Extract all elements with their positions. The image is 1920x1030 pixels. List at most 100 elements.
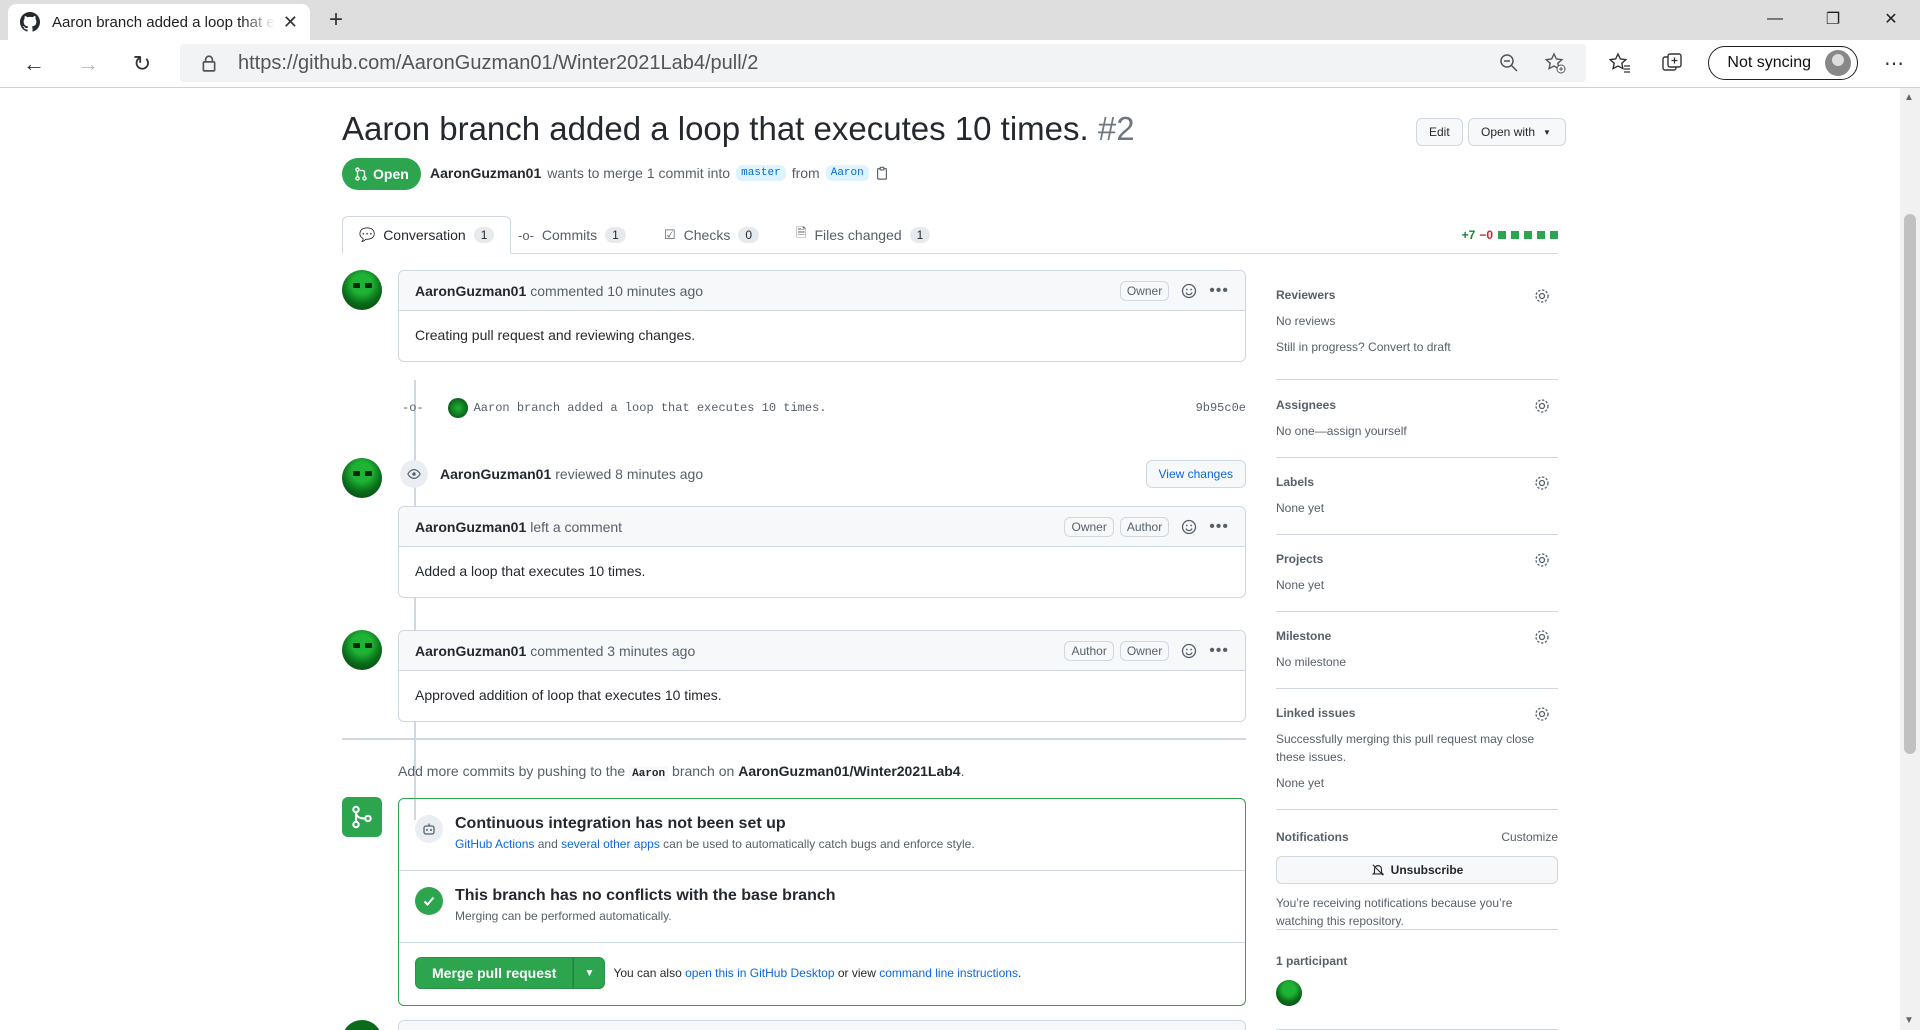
merge-pull-request-button[interactable]: Merge pull request xyxy=(415,957,574,989)
assignees-title[interactable]: Assignees xyxy=(1276,398,1558,412)
close-tab-icon[interactable]: ✕ xyxy=(283,12,298,33)
page-scrollbar[interactable]: ▲ ▼ xyxy=(1900,88,1920,1030)
review-timestamp[interactable]: reviewed 8 minutes ago xyxy=(555,466,703,482)
or-view-text: or view xyxy=(837,966,876,980)
review-author[interactable]: AaronGuzman01 xyxy=(440,466,551,482)
avatar[interactable] xyxy=(342,1020,382,1030)
customize-link[interactable]: Customize xyxy=(1501,830,1558,844)
url-field[interactable]: https://github.com/AaronGuzman01/Winter2… xyxy=(180,44,1586,82)
favorites-icon[interactable] xyxy=(1594,44,1646,82)
other-apps-link[interactable]: several other apps xyxy=(561,837,660,851)
smiley-icon[interactable] xyxy=(1181,519,1197,535)
comment-author[interactable]: AaronGuzman01 xyxy=(415,643,526,659)
forward-button[interactable]: → xyxy=(66,44,110,84)
more-menu-icon[interactable]: ⋯ xyxy=(1868,44,1920,82)
tab-conversation[interactable]: 💬 Conversation 1 xyxy=(342,216,512,254)
comment-body: Approved addition of loop that executes … xyxy=(415,687,722,703)
diff-block xyxy=(1524,231,1532,239)
assignees-value[interactable]: No one—assign yourself xyxy=(1276,422,1558,440)
comment-author[interactable]: AaronGuzman01 xyxy=(415,283,526,299)
tab-files-changed[interactable]: 🗎 Files changed 1 xyxy=(780,216,946,254)
address-bar-row: ← → ↻ https://github.com/AaronGuzman01/W… xyxy=(0,40,1920,88)
scrollbar-thumb[interactable] xyxy=(1904,214,1916,754)
base-branch[interactable]: master xyxy=(736,165,786,181)
author-badge: Author xyxy=(1064,640,1114,661)
edit-button[interactable]: Edit xyxy=(1416,118,1463,146)
refresh-button[interactable]: ↻ xyxy=(120,44,164,84)
projects-title[interactable]: Projects xyxy=(1276,552,1558,566)
commit-message[interactable]: Aaron branch added a loop that executes … xyxy=(474,401,827,415)
minimize-button[interactable]: — xyxy=(1746,0,1804,38)
zoom-icon[interactable] xyxy=(1494,48,1524,78)
gear-icon[interactable] xyxy=(1534,552,1550,568)
gear-icon[interactable] xyxy=(1534,288,1550,304)
comment-header: AaronGuzman01 left a comment Owner Autho… xyxy=(399,507,1245,547)
pr-tabs: 💬 Conversation 1 -o- Commits 1 ☑ Checks 0 🗎 Fil… xyxy=(342,216,1558,254)
gear-icon[interactable] xyxy=(1534,629,1550,645)
kebab-menu-icon[interactable]: ••• xyxy=(1209,282,1229,300)
linked-issues-title[interactable]: Linked issues xyxy=(1276,706,1558,720)
add-favorite-icon[interactable] xyxy=(1540,48,1570,78)
scroll-up-arrow[interactable]: ▲ xyxy=(1904,92,1914,103)
merge-text: wants to merge 1 commit into xyxy=(547,165,731,181)
push-note-suffix: . xyxy=(960,763,965,779)
collections-icon[interactable] xyxy=(1646,44,1698,82)
checklist-icon: ☑ xyxy=(664,227,676,242)
kebab-menu-icon[interactable]: ••• xyxy=(1209,642,1229,660)
unsubscribe-button[interactable]: Unsubscribe xyxy=(1276,856,1558,884)
merge-footer: Merge pull request ▼ You can also open t… xyxy=(415,957,1021,989)
avatar[interactable] xyxy=(342,270,382,310)
comment-icon: 💬 xyxy=(359,227,376,242)
reviewers-title[interactable]: Reviewers xyxy=(1276,288,1558,302)
github-actions-link[interactable]: GitHub Actions xyxy=(455,837,534,851)
comment-author[interactable]: AaronGuzman01 xyxy=(415,519,526,535)
open-desktop-link[interactable]: open this in GitHub Desktop xyxy=(685,966,834,980)
comment-timestamp[interactable]: commented 3 minutes ago xyxy=(530,643,695,659)
gear-icon[interactable] xyxy=(1534,475,1550,491)
diff-block xyxy=(1511,231,1519,239)
labels-title[interactable]: Labels xyxy=(1276,475,1558,489)
ci-rest: can be used to automatically catch bugs … xyxy=(663,837,975,851)
commit-sha[interactable]: 9b95c0e xyxy=(1196,401,1246,415)
back-button[interactable]: ← xyxy=(12,44,56,84)
smiley-icon[interactable] xyxy=(1181,283,1197,299)
avatar[interactable] xyxy=(342,458,382,498)
page-content: Aaron branch added a loop that executes … xyxy=(0,88,1900,1030)
participant-avatar[interactable] xyxy=(1276,980,1302,1006)
deletions-count: −0 xyxy=(1479,228,1493,242)
commit-avatar[interactable] xyxy=(447,398,468,418)
tab-label: Checks xyxy=(683,227,731,243)
scroll-down-arrow[interactable]: ▼ xyxy=(1904,1015,1914,1026)
milestone-title[interactable]: Milestone xyxy=(1276,629,1558,643)
tab-commits[interactable]: -o- Commits 1 xyxy=(502,216,642,254)
author-link[interactable]: AaronGuzman01 xyxy=(430,165,541,181)
command-line-link[interactable]: command line instructions xyxy=(879,966,1018,980)
comment-timestamp[interactable]: commented 10 minutes ago xyxy=(530,283,703,299)
avatar[interactable] xyxy=(342,630,382,670)
copy-icon[interactable] xyxy=(875,166,889,180)
open-with-button[interactable]: Open with ▼ xyxy=(1468,118,1566,146)
head-branch[interactable]: Aaron xyxy=(825,165,869,181)
push-note-repo[interactable]: AaronGuzman01/Winter2021Lab4 xyxy=(738,763,960,779)
profile-sync-button[interactable]: Not syncing xyxy=(1708,46,1858,80)
convert-to-draft-text[interactable]: Still in progress? Convert to draft xyxy=(1276,338,1558,356)
gear-icon[interactable] xyxy=(1534,398,1550,414)
tab-count: 1 xyxy=(605,227,626,243)
browser-tab[interactable]: Aaron branch added a loop that executes … xyxy=(8,4,310,40)
gear-icon[interactable] xyxy=(1534,706,1550,722)
kebab-menu-icon[interactable]: ••• xyxy=(1209,518,1229,536)
pr-title-text: Aaron branch added a loop that executes … xyxy=(342,110,1089,147)
restore-button[interactable]: ❐ xyxy=(1804,0,1862,38)
close-window-button[interactable]: ✕ xyxy=(1862,0,1920,38)
comment-box: AaronGuzman01 commented 3 minutes ago Au… xyxy=(398,630,1246,722)
view-changes-button[interactable]: View changes xyxy=(1145,460,1246,488)
git-merge-icon xyxy=(342,797,382,837)
owner-badge: Owner xyxy=(1119,280,1170,301)
commit-node-icon: -o- xyxy=(402,401,424,415)
pull-request-icon xyxy=(355,167,367,181)
tab-checks[interactable]: ☑ Checks 0 xyxy=(648,216,775,254)
merge-options-caret[interactable]: ▼ xyxy=(573,957,606,989)
new-tab-button[interactable]: + xyxy=(320,6,352,34)
from-text: from xyxy=(791,165,820,181)
smiley-icon[interactable] xyxy=(1181,643,1197,659)
